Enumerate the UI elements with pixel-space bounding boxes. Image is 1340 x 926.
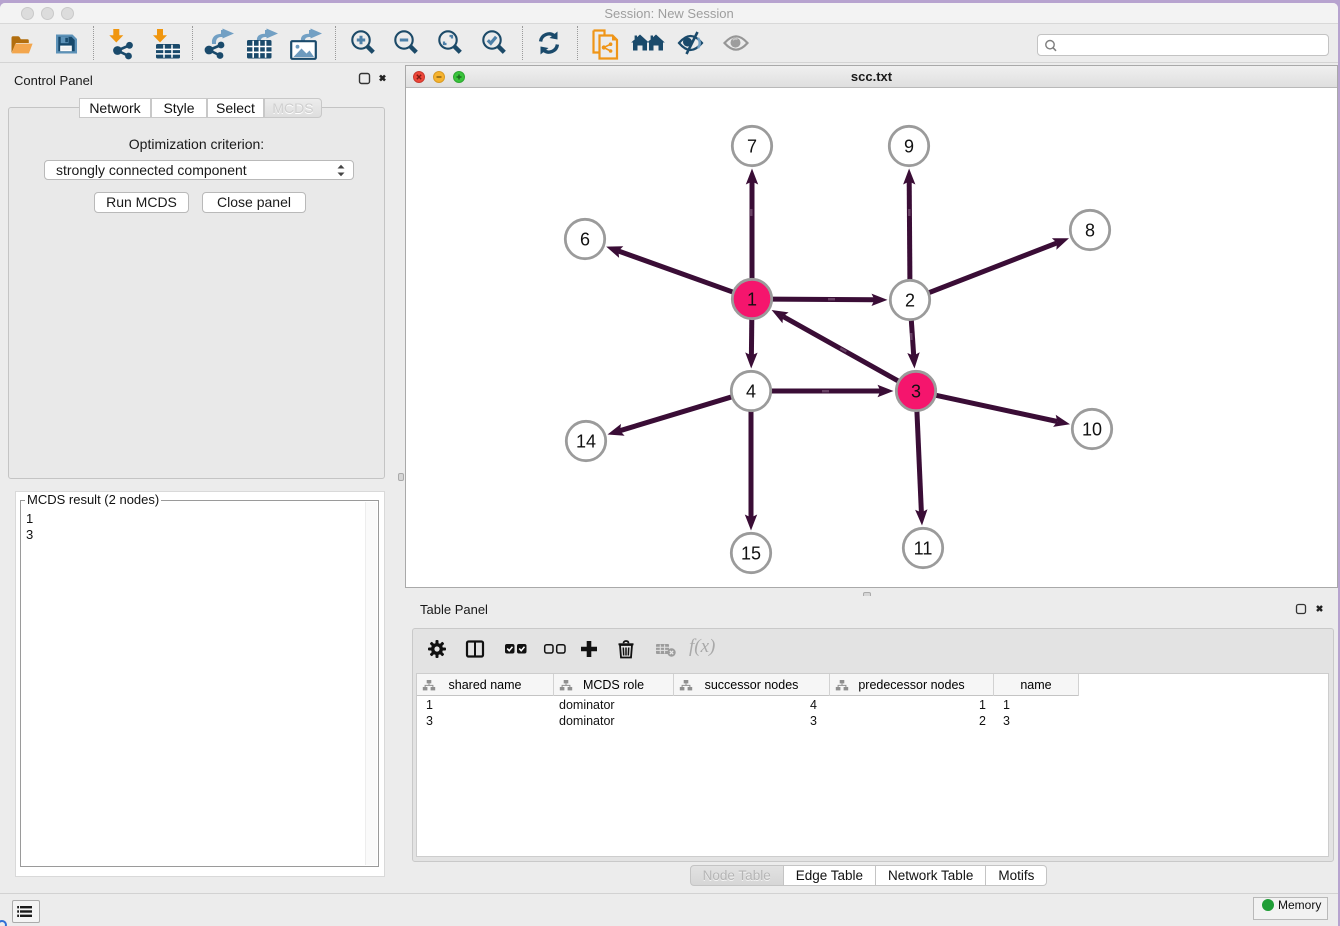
- svg-text:2: 2: [905, 291, 915, 311]
- svg-text:14: 14: [576, 432, 596, 452]
- svg-text:3: 3: [911, 382, 921, 402]
- svg-text:1: 1: [747, 290, 757, 310]
- svg-text:15: 15: [741, 544, 761, 564]
- svg-text:10: 10: [1082, 420, 1102, 440]
- svg-text:7: 7: [747, 137, 757, 157]
- svg-text:4: 4: [746, 382, 756, 402]
- svg-text:11: 11: [914, 539, 933, 559]
- svg-text:8: 8: [1085, 221, 1095, 241]
- svg-text:9: 9: [904, 137, 914, 157]
- svg-text:6: 6: [580, 230, 590, 250]
